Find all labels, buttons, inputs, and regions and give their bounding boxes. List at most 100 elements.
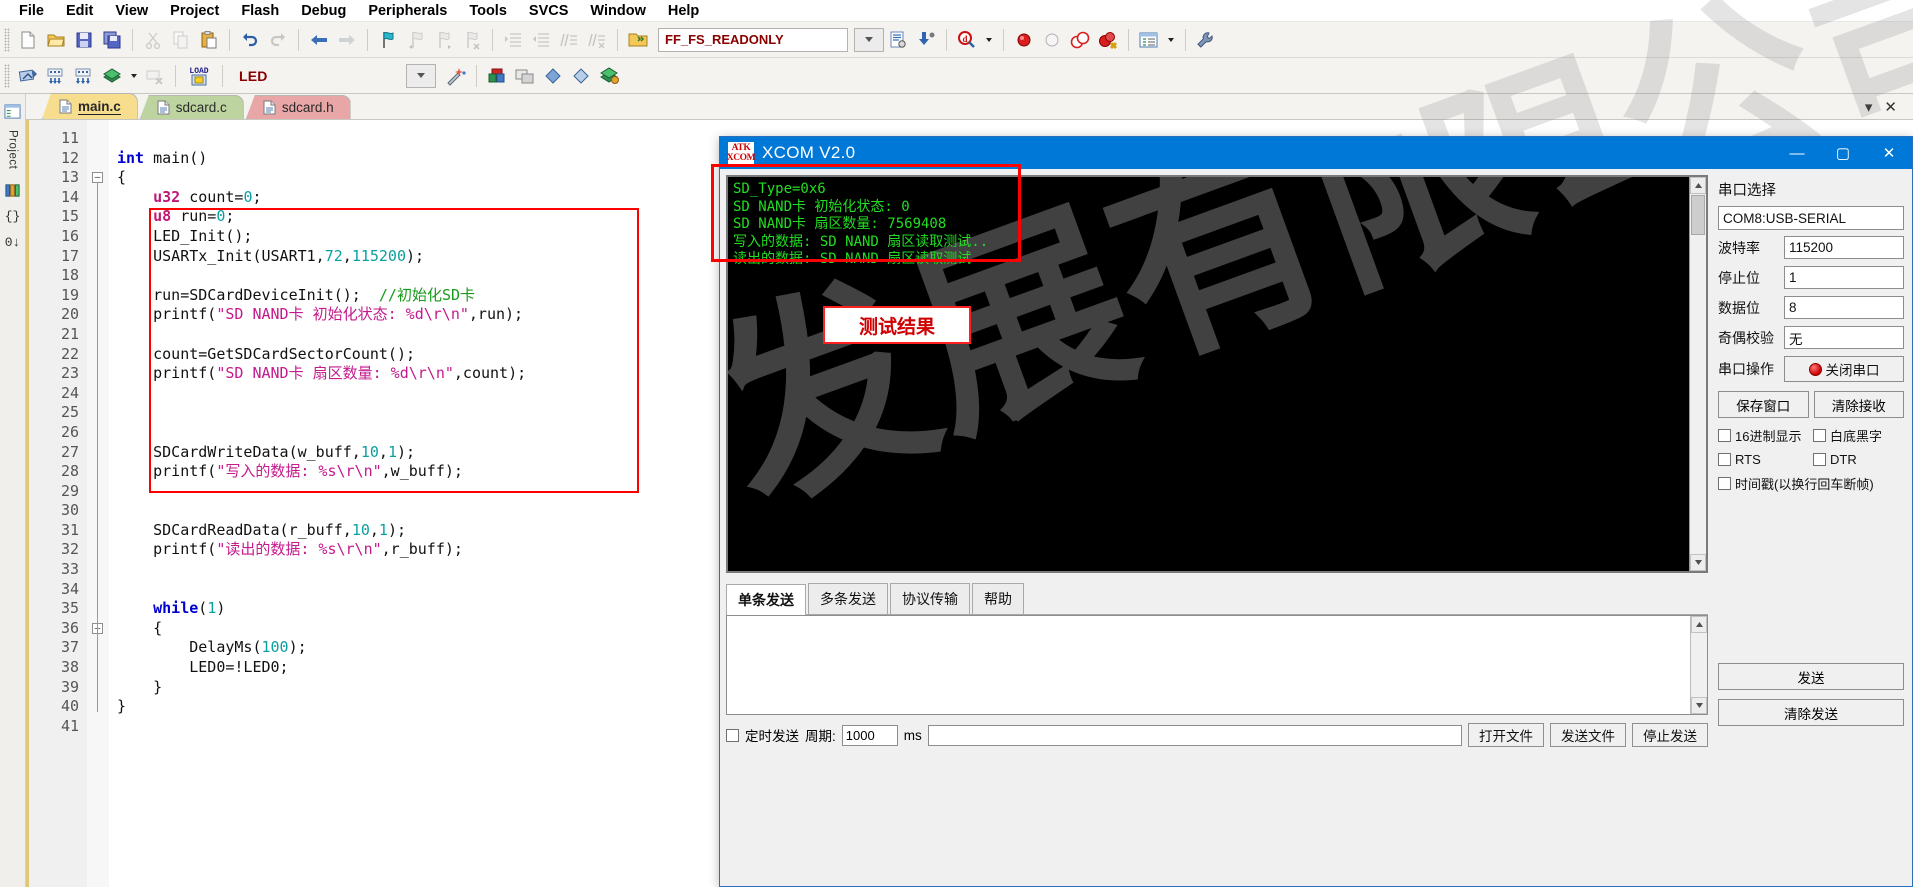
uncomment-icon[interactable] xyxy=(583,26,611,54)
send-tab-协议传输[interactable]: 协议传输 xyxy=(890,583,970,614)
breakpoint-disable-all-icon[interactable] xyxy=(1066,26,1094,54)
navigate-back-icon[interactable] xyxy=(305,26,333,54)
breakpoint-disable-icon[interactable] xyxy=(1038,26,1066,54)
minimize-icon[interactable]: — xyxy=(1774,137,1820,169)
send-textarea[interactable] xyxy=(726,615,1708,715)
xcom-title-bar[interactable]: ATK XCOM XCOM V2.0 — ▢ ✕ xyxy=(720,137,1912,169)
menu-item-help[interactable]: Help xyxy=(657,1,710,21)
project-target-dropdown[interactable] xyxy=(406,63,436,88)
rebuild-icon[interactable] xyxy=(70,62,98,90)
navigate-forward-icon[interactable] xyxy=(333,26,361,54)
breakpoint-insert-icon[interactable] xyxy=(1010,26,1038,54)
file-path-input[interactable] xyxy=(927,724,1462,746)
target-selector-combo[interactable]: FF_FS_READONLY xyxy=(658,27,848,52)
functions-icon[interactable]: {} xyxy=(2,205,24,227)
find-dropdown-icon[interactable] xyxy=(981,26,997,54)
save-window-button[interactable]: 保存窗口 xyxy=(1718,391,1809,418)
rts-option[interactable]: RTS xyxy=(1718,452,1809,467)
close-icon[interactable]: ✕ xyxy=(1866,137,1912,169)
multi-project-icon[interactable] xyxy=(511,62,539,90)
send-tab-帮助[interactable]: 帮助 xyxy=(972,583,1024,614)
stop-send-button[interactable]: 停止发送 xyxy=(1632,723,1708,747)
white-bg-checkbox[interactable] xyxy=(1813,429,1826,442)
port-select[interactable]: COM8:USB-SERIAL xyxy=(1718,206,1904,230)
templates-icon[interactable]: 0↓ xyxy=(2,231,24,253)
send-button[interactable]: 发送 xyxy=(1718,663,1904,690)
save-icon[interactable] xyxy=(70,26,98,54)
paste-icon[interactable] xyxy=(195,26,223,54)
next-icon[interactable] xyxy=(567,62,595,90)
scroll-up-icon[interactable] xyxy=(1691,616,1707,633)
menu-item-peripherals[interactable]: Peripherals xyxy=(357,1,458,21)
maximize-icon[interactable]: ▢ xyxy=(1820,137,1866,169)
clear-send-button[interactable]: 清除发送 xyxy=(1718,699,1904,726)
target-dropdown-button[interactable] xyxy=(854,27,884,52)
indent-icon[interactable] xyxy=(499,26,527,54)
menu-item-file[interactable]: File xyxy=(8,1,55,21)
menu-item-tools[interactable]: Tools xyxy=(458,1,518,21)
terminal-scrollbar[interactable] xyxy=(1689,177,1706,571)
scrollbar-track[interactable] xyxy=(1690,236,1706,554)
download-icon[interactable] xyxy=(912,26,940,54)
sidebar-item-project[interactable]: Project xyxy=(7,130,19,169)
receive-terminal[interactable]: 发展有限公 SD_Type=0x6 SD NAND卡 初始化状态: 0 SD NAN… xyxy=(726,175,1708,573)
bookmark-prev-icon[interactable] xyxy=(402,26,430,54)
cut-icon[interactable] xyxy=(139,26,167,54)
config-wizard-icon[interactable] xyxy=(884,26,912,54)
breakpoint-kill-all-icon[interactable] xyxy=(1094,26,1122,54)
batch-build-dropdown-icon[interactable] xyxy=(126,62,141,90)
prev-icon[interactable] xyxy=(539,62,567,90)
wrench-icon[interactable] xyxy=(1192,26,1220,54)
open-file-icon[interactable] xyxy=(42,26,70,54)
setting-value[interactable]: 1 xyxy=(1784,266,1904,289)
send-file-button[interactable]: 发送文件 xyxy=(1550,723,1626,747)
hex-display-option[interactable]: 16进制显示 xyxy=(1718,426,1809,445)
scroll-up-icon[interactable] xyxy=(1690,177,1706,194)
setting-value[interactable]: 无 xyxy=(1784,326,1904,349)
send-text-input[interactable] xyxy=(727,616,1690,714)
undo-icon[interactable] xyxy=(236,26,264,54)
hex-display-checkbox[interactable] xyxy=(1718,429,1731,442)
save-all-icon[interactable] xyxy=(98,26,126,54)
scroll-down-icon[interactable] xyxy=(1690,554,1706,571)
xcom-window[interactable]: ATK XCOM XCOM V2.0 — ▢ ✕ 发展有限公 SD_Type=0… xyxy=(719,136,1913,887)
bookmark-clear-icon[interactable] xyxy=(458,26,486,54)
open-file-button[interactable]: 打开文件 xyxy=(1468,723,1544,747)
close-icon[interactable]: ✕ xyxy=(1884,98,1897,116)
chevron-down-icon[interactable]: ▾ xyxy=(1865,98,1873,116)
books-icon[interactable] xyxy=(2,179,24,201)
load-icon[interactable]: LOAD xyxy=(182,62,216,90)
menu-item-debug[interactable]: Debug xyxy=(290,1,357,21)
send-tab-单条发送[interactable]: 单条发送 xyxy=(726,584,806,615)
menu-item-edit[interactable]: Edit xyxy=(55,1,104,21)
bookmark-toggle-icon[interactable] xyxy=(374,26,402,54)
send-tab-多条发送[interactable]: 多条发送 xyxy=(808,583,888,614)
code-folding-column[interactable]: –– xyxy=(87,120,109,887)
timed-send-checkbox[interactable] xyxy=(726,728,739,742)
bookmark-next-icon[interactable] xyxy=(430,26,458,54)
tab-main-c[interactable]: main.c xyxy=(42,93,138,119)
send-scrollbar[interactable] xyxy=(1690,616,1707,714)
menu-item-flash[interactable]: Flash xyxy=(230,1,290,21)
timestamp-checkbox[interactable] xyxy=(1718,477,1731,490)
setting-value[interactable]: 8 xyxy=(1784,296,1904,319)
translate-icon[interactable] xyxy=(14,62,42,90)
stop-build-icon[interactable] xyxy=(141,62,169,90)
clear-receive-button[interactable]: 清除接收 xyxy=(1813,391,1904,418)
close-port-button[interactable]: 关闭串口 xyxy=(1784,356,1904,382)
pack-installer-icon[interactable] xyxy=(595,62,623,90)
scrollbar-thumb[interactable] xyxy=(1691,195,1705,235)
menu-item-view[interactable]: View xyxy=(104,1,159,21)
project-window-icon[interactable] xyxy=(1135,26,1163,54)
tab-sdcard-h[interactable]: sdcard.h xyxy=(245,95,351,119)
outdent-icon[interactable] xyxy=(527,26,555,54)
scrollbar-track[interactable] xyxy=(1691,633,1707,697)
copy-icon[interactable] xyxy=(167,26,195,54)
find-icon[interactable]: d xyxy=(953,26,981,54)
menu-item-svcs[interactable]: SVCS xyxy=(518,1,580,21)
period-input[interactable] xyxy=(841,724,898,746)
batch-build-icon[interactable] xyxy=(98,62,126,90)
new-file-icon[interactable] xyxy=(14,26,42,54)
magic-wand-icon[interactable] xyxy=(442,62,470,90)
redo-icon[interactable] xyxy=(264,26,292,54)
